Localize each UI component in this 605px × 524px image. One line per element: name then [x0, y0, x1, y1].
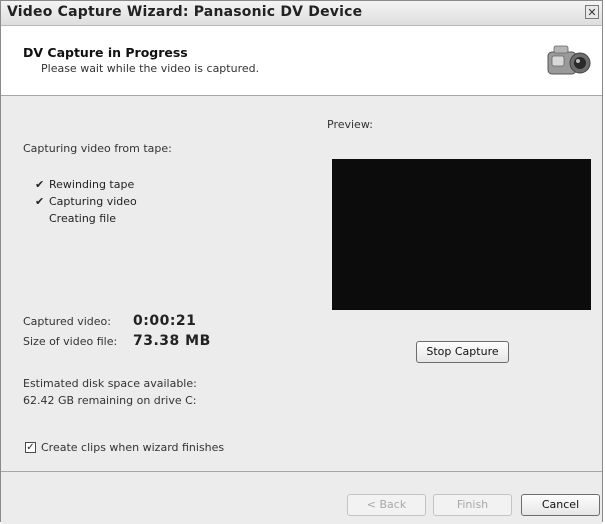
- wizard-content: Preview: Capturing video from tape: ✔ Rew…: [1, 96, 602, 470]
- cancel-button[interactable]: Cancel: [521, 494, 600, 516]
- disk-space-label: Estimated disk space available:: [23, 377, 197, 390]
- disk-space-value: 62.42 GB remaining on drive C:: [23, 394, 197, 407]
- finish-button[interactable]: Finish: [433, 494, 512, 516]
- video-preview: [332, 159, 591, 310]
- step-capturing: ✔ Capturing video: [35, 195, 137, 208]
- file-size-label: Size of video file:: [23, 335, 118, 348]
- create-clips-label[interactable]: Create clips when wizard finishes: [41, 441, 224, 454]
- close-icon[interactable]: ✕: [585, 5, 599, 19]
- page-title: DV Capture in Progress: [23, 45, 188, 60]
- window-title: Video Capture Wizard: Panasonic DV Devic…: [7, 4, 363, 20]
- check-icon: ✔: [35, 195, 45, 208]
- step-label: Capturing video: [49, 195, 137, 208]
- captured-video-value: 0:00:21: [133, 313, 197, 329]
- page-subtitle: Please wait while the video is captured.: [41, 62, 260, 75]
- step-label: Creating file: [49, 212, 117, 225]
- stop-capture-button[interactable]: Stop Capture: [416, 341, 509, 363]
- wizard-window: Video Capture Wizard: Panasonic DV Devic…: [0, 0, 603, 524]
- step-creating: Creating file: [49, 212, 116, 225]
- step-rewinding: ✔ Rewinding tape: [35, 178, 134, 191]
- capturing-heading: Capturing video from tape:: [23, 142, 172, 155]
- file-size-value: 73.38 MB: [133, 333, 211, 349]
- create-clips-checkbox[interactable]: ✓: [25, 442, 36, 453]
- back-button[interactable]: < Back: [347, 494, 426, 516]
- title-bar[interactable]: Video Capture Wizard: Panasonic DV Devic…: [1, 1, 602, 26]
- wizard-header: DV Capture in Progress Please wait while…: [1, 26, 602, 96]
- step-label: Rewinding tape: [49, 178, 135, 191]
- preview-label: Preview:: [327, 118, 373, 131]
- camcorder-icon: [547, 45, 591, 75]
- check-icon: ✔: [35, 178, 45, 191]
- wizard-footer: < Back Finish Cancel: [1, 471, 602, 524]
- captured-video-label: Captured video:: [23, 315, 111, 328]
